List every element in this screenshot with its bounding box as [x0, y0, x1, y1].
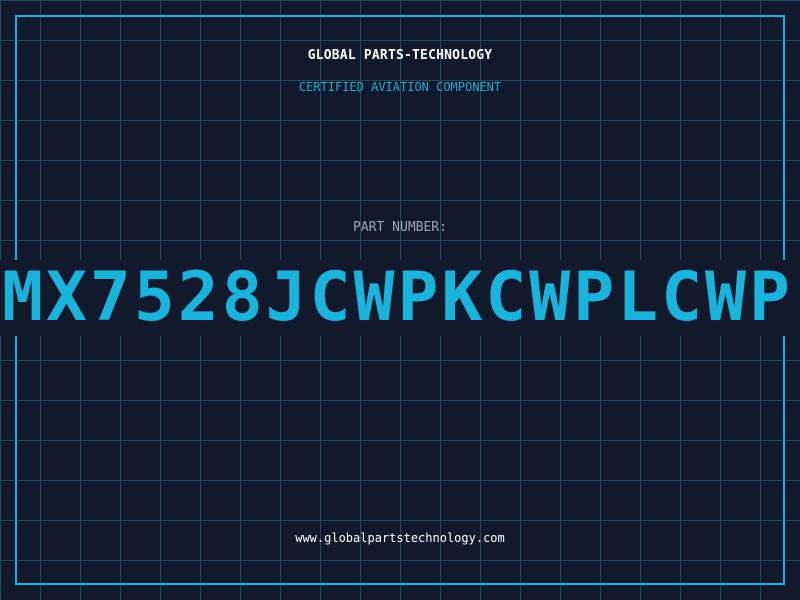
company-name: GLOBAL PARTS-TECHNOLOGY	[307, 48, 493, 63]
part-number-value: MX7528JCWPKCWPLCWP	[2, 260, 793, 336]
part-label-card: GLOBAL PARTS-TECHNOLOGY CERTIFIED AVIATI…	[0, 0, 800, 600]
part-number-band: MX7528JCWPKCWPLCWP	[0, 260, 800, 336]
website-url: www.globalpartstechnology.com	[295, 531, 505, 545]
certification-tagline: CERTIFIED AVIATION COMPONENT	[298, 80, 502, 94]
part-number-label: PART NUMBER:	[353, 220, 447, 235]
